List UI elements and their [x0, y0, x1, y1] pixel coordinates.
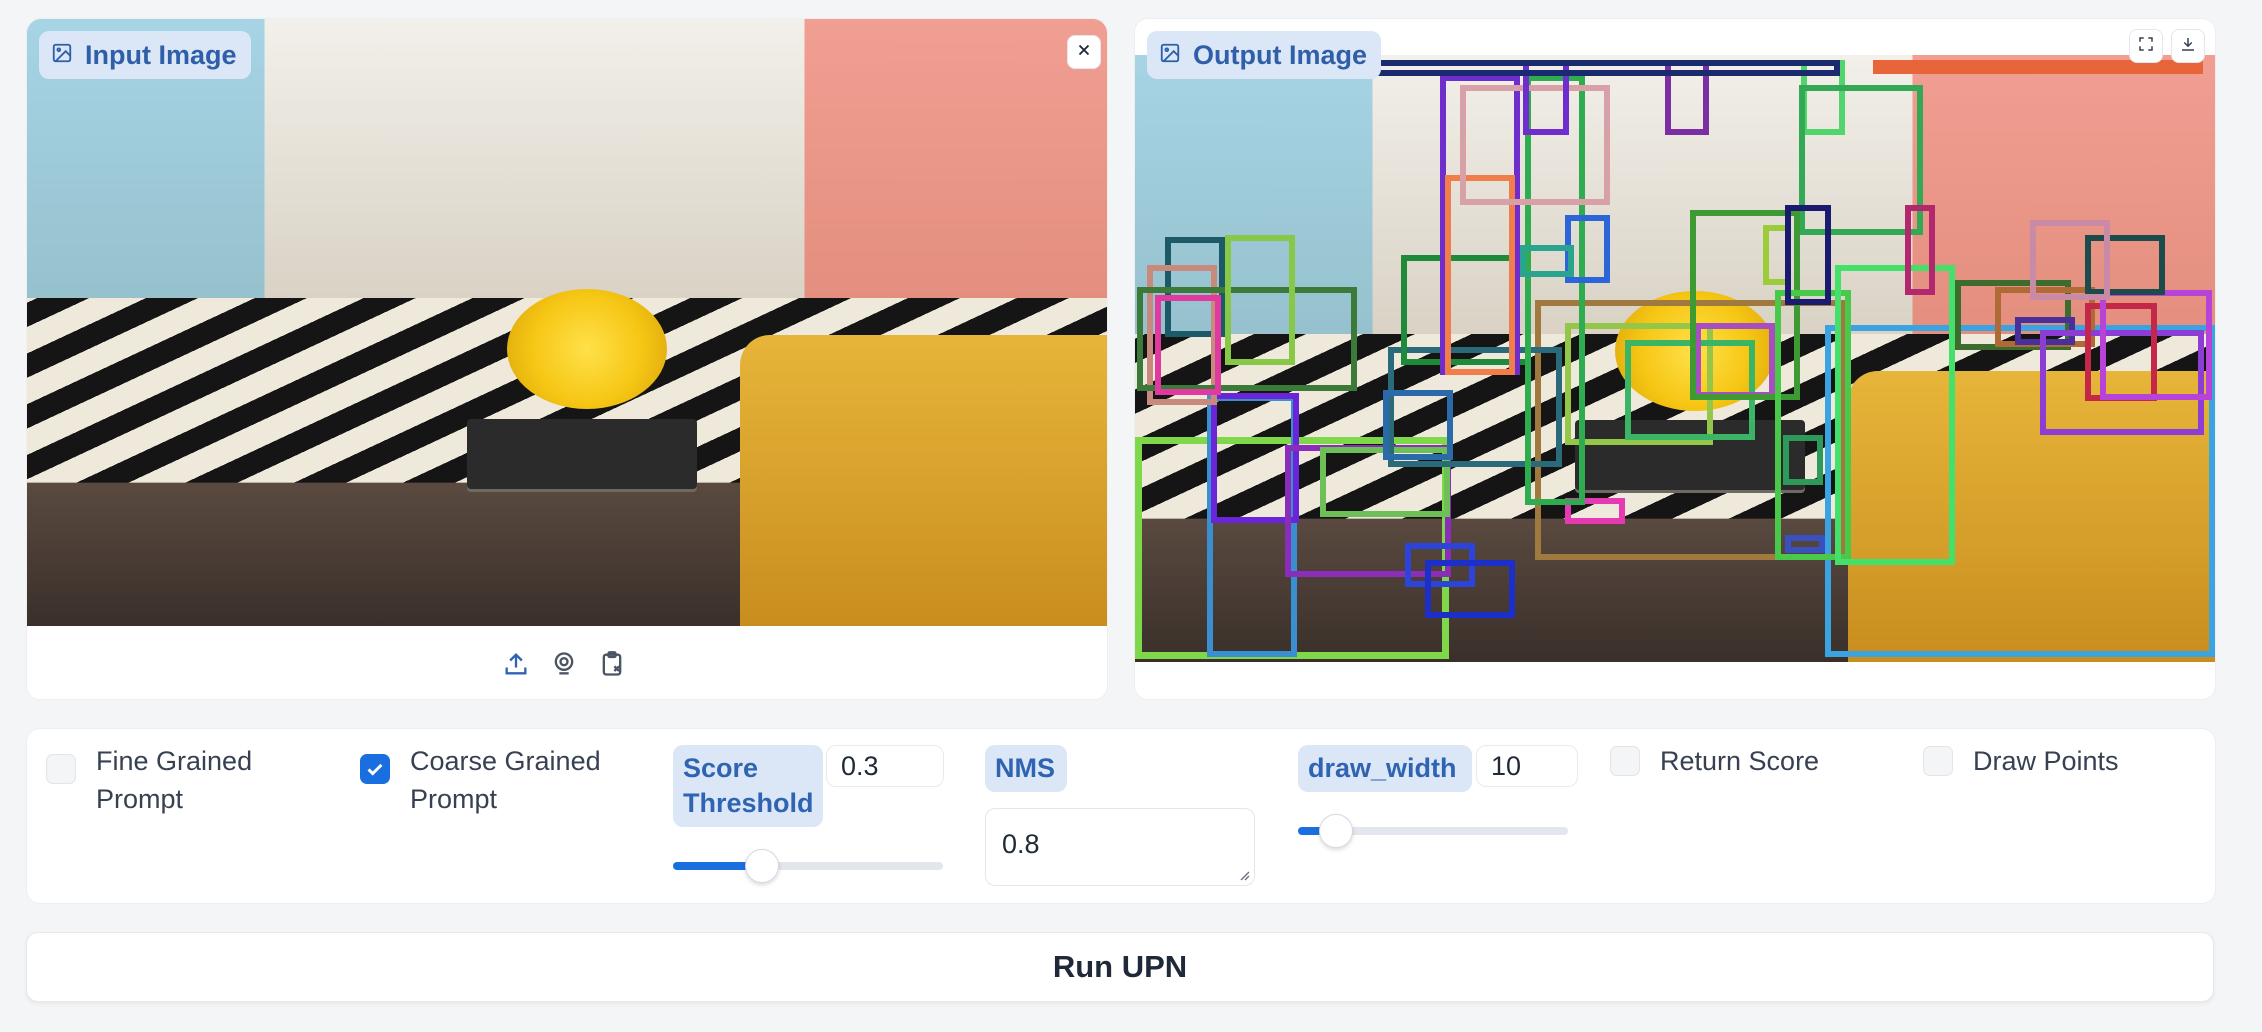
detection-box — [1155, 295, 1221, 395]
draw-points-checkbox[interactable] — [1923, 746, 1953, 776]
coarse-grained-checkbox[interactable] — [360, 754, 390, 784]
flower-bouquet — [507, 289, 667, 409]
input-image-panel: Input Image — [26, 18, 1108, 700]
fine-grained-checkbox[interactable] — [46, 754, 76, 784]
score-threshold-slider[interactable] — [673, 849, 943, 883]
nms-value: 0.8 — [1002, 829, 1040, 859]
return-score-option[interactable]: Return Score — [1610, 742, 1819, 780]
score-threshold-label: Score Threshold — [673, 745, 823, 827]
close-icon — [1075, 41, 1093, 64]
coarse-grained-prompt-option[interactable]: Coarse Grained Prompt — [360, 742, 620, 818]
draw-width-label: draw_width — [1298, 745, 1472, 792]
detection-box — [1783, 435, 1823, 485]
return-score-checkbox[interactable] — [1610, 746, 1640, 776]
score-threshold-thumb[interactable] — [745, 849, 780, 883]
detection-box — [1383, 390, 1453, 460]
clear-image-button[interactable] — [1067, 35, 1101, 69]
fine-grained-prompt-option[interactable]: Fine Grained Prompt — [46, 742, 296, 818]
detection-box — [1785, 205, 1831, 305]
upload-icon[interactable] — [501, 649, 531, 679]
fullscreen-icon — [2137, 35, 2155, 58]
draw-points-option[interactable]: Draw Points — [1923, 742, 2119, 780]
return-score-label: Return Score — [1660, 746, 1820, 776]
coarse-grained-label: Coarse Grained Prompt — [410, 746, 601, 814]
draw-width-input[interactable]: 10 — [1476, 745, 1578, 787]
download-icon — [2179, 35, 2197, 58]
checkmark-icon — [367, 763, 383, 776]
coffee-table — [467, 419, 697, 489]
score-threshold-input[interactable]: 0.3 — [826, 745, 944, 787]
fine-grained-label: Fine Grained Prompt — [96, 746, 253, 814]
draw-width-slider[interactable] — [1298, 814, 1568, 848]
fullscreen-button[interactable] — [2129, 29, 2163, 63]
clipboard-icon[interactable] — [597, 649, 627, 679]
detection-box — [1445, 175, 1515, 375]
detection-box — [1425, 560, 1515, 618]
detection-box — [1785, 535, 1825, 553]
input-photo[interactable] — [27, 19, 1107, 626]
output-photo[interactable] — [1135, 55, 2215, 662]
input-image-title: Input Image — [85, 39, 237, 70]
detection-box — [2030, 220, 2110, 300]
input-image-label: Input Image — [39, 31, 251, 79]
detection-box — [1225, 235, 1295, 365]
detection-box — [1835, 265, 1955, 565]
run-upn-button[interactable]: Run UPN — [26, 932, 2214, 1002]
nms-input[interactable]: 0.8 — [985, 808, 1255, 886]
image-icon — [51, 40, 73, 71]
download-button[interactable] — [2171, 29, 2205, 63]
webcam-icon[interactable] — [549, 649, 579, 679]
detection-box — [1905, 205, 1935, 295]
output-image-title: Output Image — [1193, 39, 1367, 70]
resize-grip-icon[interactable] — [1238, 869, 1250, 881]
draw-width-thumb[interactable] — [1318, 814, 1353, 848]
detection-box — [2100, 290, 2212, 400]
detection-box — [1520, 245, 1574, 277]
draw-points-label: Draw Points — [1973, 746, 2119, 776]
image-icon — [1159, 40, 1181, 71]
output-image-panel: Output Image — [1134, 18, 2216, 700]
nms-label: NMS — [985, 745, 1067, 792]
output-image-label: Output Image — [1147, 31, 1381, 79]
